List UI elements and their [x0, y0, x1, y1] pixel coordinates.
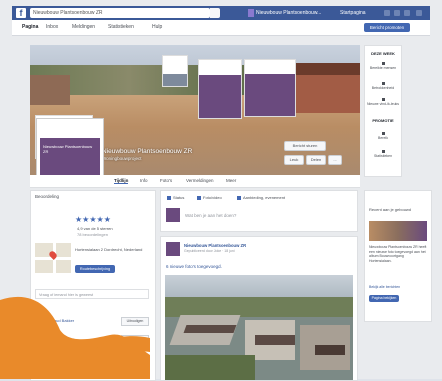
promotion-heading: PROMOTIE — [372, 118, 394, 123]
composer-tab-photo[interactable]: Foto/video — [197, 195, 222, 200]
right-sidebar: Recent aan je gebouwd Nieuwbouw Plantsoe… — [364, 190, 432, 322]
admin-stats-panel: DEZE WEEK Bereikte mensen Betrokkenheid … — [364, 45, 402, 177]
stat-new-likes[interactable]: Nieuwe vind-ik-leuks — [365, 98, 401, 106]
person-name[interactable]: Ruud Bakker — [51, 318, 74, 323]
invite-button[interactable]: Uitnodigen — [121, 335, 149, 344]
notifications-icon[interactable] — [404, 10, 410, 16]
avatar — [166, 208, 180, 222]
page-tabs: Tijdlijn Info Foto's Vermeldingen Meer — [30, 175, 360, 188]
home-link[interactable]: Startpagina — [340, 8, 366, 18]
recent-activity-image[interactable] — [369, 221, 427, 241]
friend-requests-icon[interactable] — [384, 10, 390, 16]
composer-tab-offer[interactable]: Aanbieding, evenement — [237, 195, 285, 200]
post-timestamp[interactable]: Gepubliceerd door Joke · 18 juni — [184, 249, 235, 253]
messages-icon[interactable] — [394, 10, 400, 16]
chart-icon — [381, 62, 385, 65]
profile-picture-text: Nieuwbouw Plantsoenbouw ZR — [43, 144, 93, 154]
composer-tab-status[interactable]: Status — [167, 195, 184, 200]
sidebar-collapse-icon[interactable] — [364, 179, 372, 187]
reviews-heading: Beoordeling — [35, 194, 60, 199]
share-button[interactable]: Delen — [306, 155, 326, 165]
list-item: Ruud Bakker Uitnodigen — [35, 315, 149, 327]
promote-post-button[interactable]: Bericht promoten — [364, 23, 410, 32]
rating-stars: ★★★★★ — [75, 215, 111, 224]
status-input[interactable]: Wat ben je aan het doen? — [185, 213, 236, 218]
facebook-logo-icon[interactable]: f — [16, 8, 26, 18]
send-message-button[interactable]: Bericht sturen — [284, 141, 326, 151]
cover-sign-right — [244, 59, 296, 117]
tab-hulp[interactable]: Hulp — [152, 24, 162, 30]
post-text: 6 nieuwe foto's toegevoegd. — [166, 264, 222, 269]
rating-value: 4,9 van de 5 sterren — [77, 226, 113, 231]
user-name-link[interactable]: Nieuwbouw Plantsoenbouw... — [256, 8, 321, 18]
see-all-link[interactable]: Bekijk alle berichten — [369, 285, 400, 289]
tab-pagina[interactable]: Pagina — [22, 24, 38, 30]
tab-mentions[interactable]: Vermeldingen — [186, 178, 214, 183]
chart-icon — [381, 150, 385, 153]
tab-timeline[interactable]: Tijdlijn — [114, 178, 129, 184]
status-icon — [167, 195, 171, 200]
page-category: Woningbouwproject — [102, 156, 142, 161]
recent-activity-text: Nieuwbouw Plantsoenbouw ZR heeft een nie… — [369, 245, 427, 263]
location-map[interactable] — [35, 243, 71, 273]
cover-sign-center — [198, 59, 242, 119]
tab-info[interactable]: Info — [140, 178, 148, 183]
timeline-post: Nieuwbouw Plantsoenbouw ZR Gepubliceerd … — [160, 236, 358, 381]
stat-engagement[interactable]: Betrokkenheid — [365, 82, 401, 90]
recent-activity-heading: Recent aan je gebouwd — [369, 207, 412, 212]
tab-photos[interactable]: Foto's — [160, 178, 172, 183]
calendar-icon — [237, 195, 241, 200]
rating-count[interactable]: 78 beoordelingen — [77, 232, 108, 237]
profile-picture[interactable]: Nieuwbouw Plantsoenbouw ZR — [36, 118, 104, 180]
photo-icon — [197, 195, 201, 200]
admin-tabs: Pagina Inbox Meldingen Statistieken Hulp… — [12, 20, 430, 36]
tab-more[interactable]: Meer — [226, 178, 236, 183]
post-author[interactable]: Nieuwbouw Plantsoenbouw ZR — [184, 243, 246, 248]
stat-promo-reach[interactable]: Bereik — [365, 132, 401, 140]
visitor-question-input[interactable]: Vraag of iemand hier is geweest — [35, 289, 149, 299]
search-icon[interactable] — [210, 8, 220, 18]
page-title: Nieuwbouw Plantsoenbouw ZR — [102, 148, 193, 155]
facebook-page: f Nieuwbouw Plantsoenbouw ZR Nieuwbouw P… — [0, 0, 442, 381]
left-column: Beoordeling ★★★★★ 4,9 van de 5 sterren 7… — [30, 190, 156, 381]
address-text: Hortensialaan 2 Dordrecht, Nederland — [75, 247, 143, 252]
top-navigation-bar: f Nieuwbouw Plantsoenbouw ZR Nieuwbouw P… — [12, 6, 430, 20]
more-button[interactable]: ... — [328, 155, 342, 165]
chart-icon — [381, 82, 385, 85]
chart-icon — [381, 98, 385, 101]
post-composer: Status Foto/video Aanbieding, evenement … — [160, 190, 358, 232]
avatar[interactable] — [35, 315, 47, 327]
tab-statistieken[interactable]: Statistieken — [108, 24, 134, 30]
search-input[interactable]: Nieuwbouw Plantsoenbouw ZR — [30, 8, 210, 18]
tab-inbox[interactable]: Inbox — [46, 24, 58, 30]
view-page-button[interactable]: Pagina bekijken — [369, 295, 399, 302]
person-name[interactable]: Joke Beilen — [51, 336, 72, 341]
directions-button[interactable]: Routebeschrijving — [75, 265, 115, 273]
stat-promo-insights[interactable]: Statistieken — [365, 150, 401, 158]
post-photo[interactable] — [165, 275, 353, 380]
avatar[interactable] — [248, 9, 254, 17]
cover-sign-flag — [162, 55, 188, 87]
cover-house-left — [30, 75, 70, 105]
settings-icon[interactable] — [416, 10, 422, 16]
avatar[interactable] — [35, 333, 47, 345]
tab-meldingen[interactable]: Meldingen — [72, 24, 95, 30]
stat-reach[interactable]: Bereikte mensen — [365, 62, 401, 70]
chart-icon — [381, 132, 385, 135]
like-button[interactable]: Leuk — [284, 155, 304, 165]
avatar[interactable] — [166, 242, 180, 256]
list-item: Joke Beilen Uitnodigen — [35, 333, 149, 345]
invite-button[interactable]: Uitnodigen — [121, 317, 149, 326]
this-week-heading: DEZE WEEK — [371, 51, 395, 56]
